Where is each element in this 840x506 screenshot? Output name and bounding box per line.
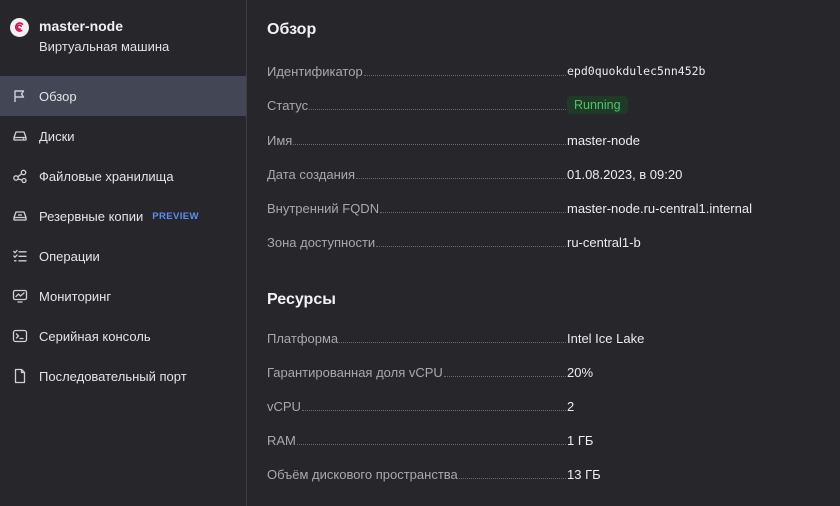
row-label: RAM — [267, 432, 296, 448]
vcpu-share-value: 20% — [567, 364, 594, 380]
resources-row-disk: Объём дискового пространства 13 ГБ — [267, 464, 827, 484]
overview-title: Обзор — [267, 21, 317, 38]
disk-icon — [11, 128, 28, 145]
list-check-icon — [11, 248, 28, 265]
resources-row-platform: Платформа Intel Ice Lake — [267, 328, 827, 348]
vm-type: Виртуальная машина — [39, 39, 170, 54]
row-label: Статус — [267, 97, 309, 113]
dotted-leader — [293, 143, 566, 145]
nav-item-monitoring[interactable]: Мониторинг — [0, 276, 246, 316]
nav-item-operations[interactable]: Операции — [0, 236, 246, 276]
vm-name: master-node — [39, 18, 124, 34]
overview-row-created: Дата создания 01.08.2023, в 09:20 — [267, 164, 827, 184]
nav-label: Диски — [39, 128, 75, 144]
nav-label: Операции — [39, 248, 100, 264]
resources-title: Ресурсы — [267, 291, 336, 308]
resources-row-ram: RAM 1 ГБ — [267, 430, 827, 450]
row-label: Гарантированная доля vCPU — [267, 364, 443, 380]
resources-row-vcpu-share: Гарантированная доля vCPU 20% — [267, 362, 827, 382]
row-label: Внутренний FQDN — [267, 200, 380, 216]
dotted-leader — [443, 375, 566, 377]
monitor-chart-icon — [11, 288, 28, 305]
nav-label: Мониторинг — [39, 288, 112, 304]
overview-row-id: Идентификатор epd0quokdulec5nn452b — [267, 61, 827, 81]
nav-item-overview[interactable]: Обзор — [0, 76, 246, 116]
nav-label: Файловые хранилища — [39, 168, 174, 184]
dotted-leader — [376, 245, 566, 247]
nav-label: Последовательный порт — [39, 368, 187, 384]
platform-value: Intel Ice Lake — [567, 330, 645, 346]
dotted-leader — [363, 74, 566, 76]
row-label: Объём дискового пространства — [267, 466, 458, 482]
nav-item-serial-port[interactable]: Последовательный порт — [0, 356, 246, 396]
main-content: Обзор Идентификатор epd0quokdulec5nn452b… — [247, 0, 840, 506]
terminal-icon — [11, 328, 28, 345]
zone-value: ru-central1-b — [567, 234, 641, 250]
dotted-leader — [458, 477, 566, 479]
nav-item-backups[interactable]: Резервные копии PREVIEW — [0, 196, 246, 236]
row-label: vCPU — [267, 398, 301, 414]
status-badge: Running — [567, 96, 628, 114]
vm-id-value[interactable]: epd0quokdulec5nn452b — [567, 64, 705, 78]
ram-value: 1 ГБ — [567, 432, 594, 448]
dotted-leader — [309, 108, 566, 110]
sidebar: master-node Виртуальная машина Обзор Дис… — [0, 0, 247, 506]
overview-row-zone: Зона доступности ru-central1-b — [267, 232, 827, 252]
share-icon — [11, 168, 28, 185]
dotted-leader — [301, 409, 566, 411]
row-label: Платформа — [267, 330, 339, 346]
row-label: Зона доступности — [267, 234, 376, 250]
nav-item-disks[interactable]: Диски — [0, 116, 246, 156]
overview-row-name: Имя master-node — [267, 130, 827, 150]
created-date-value: 01.08.2023, в 09:20 — [567, 166, 683, 182]
nav-label: Резервные копии — [39, 208, 144, 224]
overview-row-fqdn: Внутренний FQDN master-node.ru-central1.… — [267, 198, 827, 218]
nav-label: Серийная консоль — [39, 328, 151, 344]
row-label: Дата создания — [267, 166, 356, 182]
nav-label: Обзор — [39, 88, 77, 104]
debian-swirl-icon — [10, 18, 29, 37]
overview-row-status: Статус Running — [267, 95, 827, 115]
preview-badge: PREVIEW — [152, 210, 199, 222]
resources-row-vcpu: vCPU 2 — [267, 396, 827, 416]
dotted-leader — [380, 211, 566, 213]
row-label: Идентификатор — [267, 63, 363, 79]
vcpu-value: 2 — [567, 398, 575, 414]
row-label: Имя — [267, 132, 293, 148]
flag-icon — [11, 88, 28, 105]
file-icon — [11, 368, 28, 385]
dotted-leader — [356, 177, 566, 179]
nav-item-file-storages[interactable]: Файловые хранилища — [0, 156, 246, 196]
dotted-leader — [296, 443, 566, 445]
backup-icon — [11, 208, 28, 225]
nav-item-serial-console[interactable]: Серийная консоль — [0, 316, 246, 356]
sidebar-nav: Обзор Диски Файловые хранилища Резервные… — [0, 76, 246, 396]
disk-space-value: 13 ГБ — [567, 466, 601, 482]
fqdn-value[interactable]: master-node.ru-central1.internal — [567, 201, 752, 216]
dotted-leader — [339, 341, 566, 343]
vm-name-value: master-node — [567, 132, 640, 148]
